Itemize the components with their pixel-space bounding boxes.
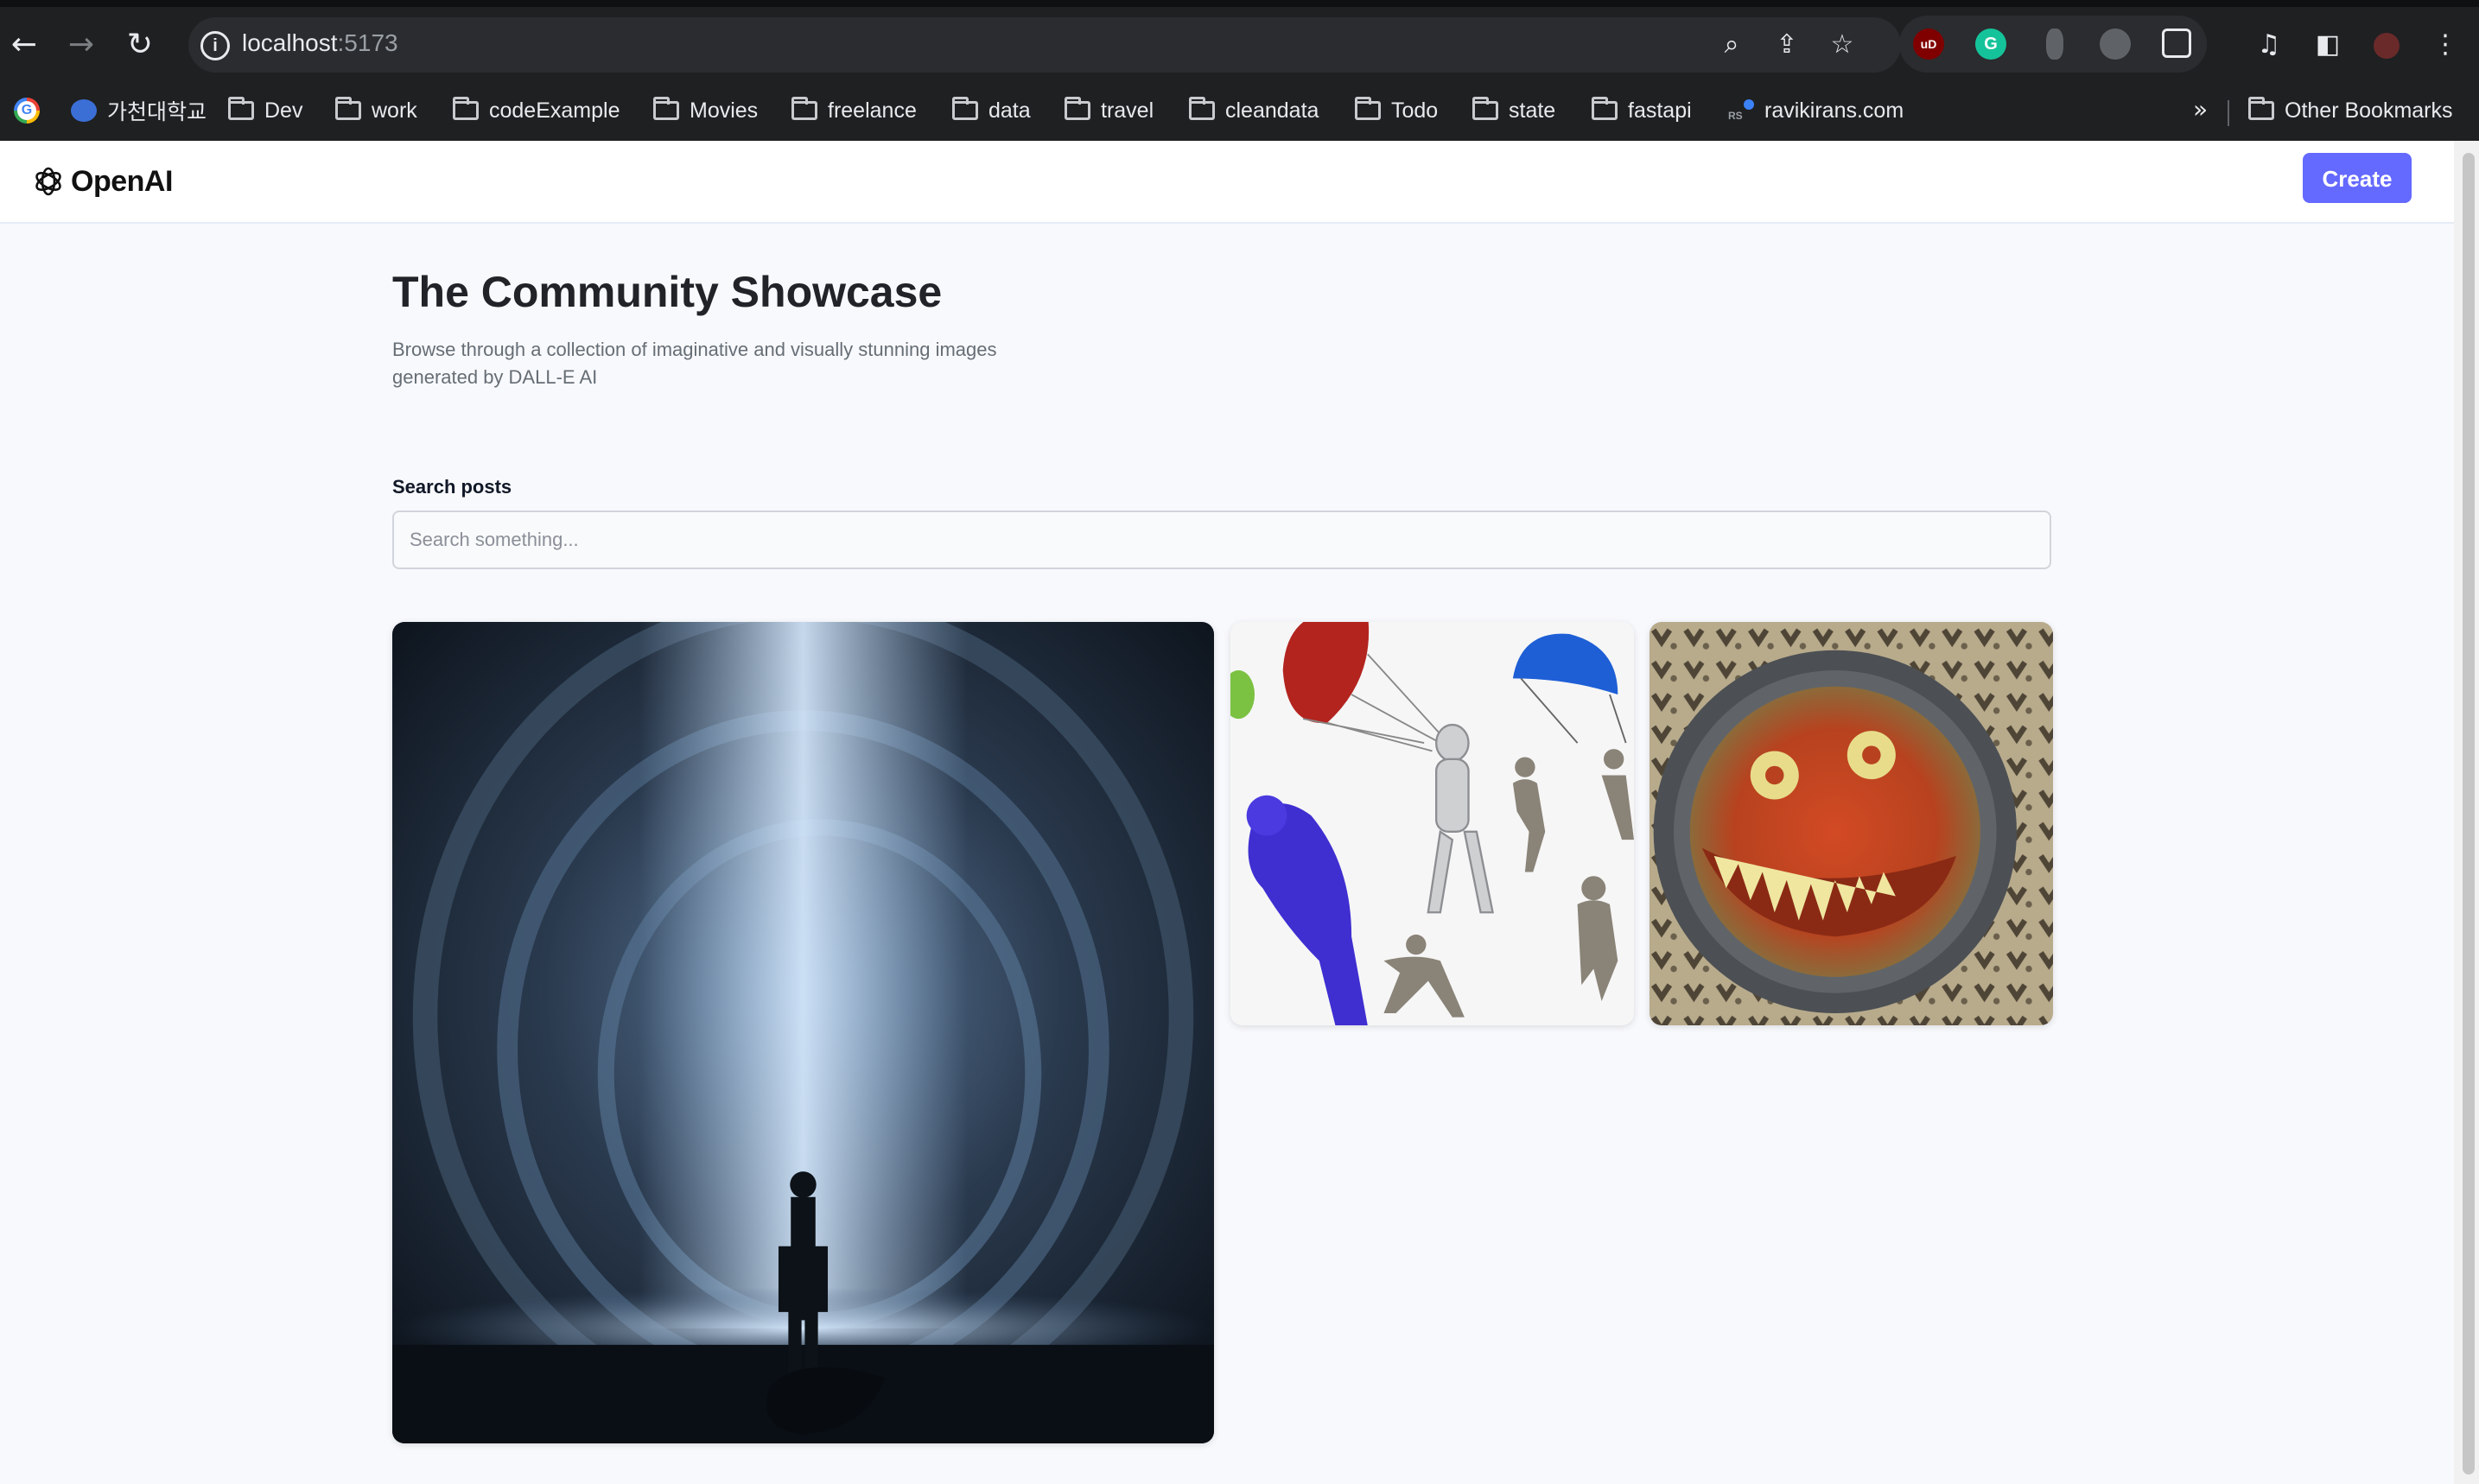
side-panel-icon[interactable]: ◧ bbox=[2311, 28, 2345, 62]
post-image-tunnel-figure bbox=[392, 622, 1214, 1443]
bookmark-folder-codeexample[interactable]: codeExample bbox=[453, 95, 620, 126]
bookmark-label: work bbox=[372, 98, 417, 123]
university-icon bbox=[71, 99, 97, 122]
extensions-puzzle-icon[interactable] bbox=[2162, 29, 2191, 58]
folder-icon bbox=[2248, 97, 2274, 120]
tab-strip bbox=[0, 0, 2479, 7]
folder-icon bbox=[1355, 97, 1381, 120]
create-button[interactable]: Create bbox=[2303, 153, 2412, 203]
folder-icon bbox=[1065, 97, 1090, 120]
bookmark-label: travel bbox=[1101, 98, 1154, 123]
bookmarks-bar: 가천대학교 Dev work codeExample Movies freela… bbox=[0, 86, 2479, 135]
folder-icon bbox=[228, 97, 254, 120]
zoom-icon[interactable]: ⌕ bbox=[1716, 29, 1747, 60]
bookmark-label: data bbox=[988, 98, 1031, 123]
folder-icon bbox=[1189, 97, 1215, 120]
bookmark-star-icon[interactable]: ☆ bbox=[1827, 29, 1858, 60]
post-card[interactable] bbox=[1230, 622, 1634, 1025]
address-bar[interactable]: i localhost:5173 ⌕ ⇪ ☆ bbox=[188, 17, 1901, 73]
bookmark-folder-dev[interactable]: Dev bbox=[228, 95, 302, 126]
openai-logo[interactable]: OpenAI bbox=[31, 156, 173, 206]
openai-logo-icon bbox=[35, 167, 61, 196]
bookmarks-divider bbox=[2228, 100, 2229, 126]
post-image-parachute-figures bbox=[1230, 622, 1634, 1025]
browser-chrome: ← → ↻ i localhost:5173 ⌕ ⇪ ☆ uD G ♫ ◧ ⋮ … bbox=[0, 0, 2479, 141]
media-control-icon[interactable]: ♫ bbox=[2252, 28, 2286, 62]
url-host: localhost bbox=[242, 29, 338, 56]
bookmark-folder-travel[interactable]: travel bbox=[1065, 95, 1154, 126]
bookmark-folder-cleandata[interactable]: cleandata bbox=[1189, 95, 1319, 126]
back-arrow-icon[interactable]: ← bbox=[3, 24, 45, 66]
bookmark-label: codeExample bbox=[489, 98, 620, 123]
extension-mouse-icon[interactable] bbox=[2046, 29, 2063, 60]
post-card[interactable] bbox=[392, 622, 1214, 1443]
bookmark-label: freelance bbox=[828, 98, 917, 123]
bookmark-label: ravikirans.com bbox=[1764, 98, 1904, 123]
ublock-icon[interactable]: uD bbox=[1913, 29, 1944, 60]
bookmark-other-bookmarks[interactable]: Other Bookmarks bbox=[2248, 95, 2453, 126]
page-subtitle: Browse through a collection of imaginati… bbox=[392, 339, 997, 388]
post-card[interactable] bbox=[1649, 622, 2053, 1025]
site-icon-text: RS bbox=[1728, 110, 1743, 122]
bookmark-label: Todo bbox=[1391, 98, 1439, 123]
bookmark-folder-state[interactable]: state bbox=[1472, 95, 1555, 126]
bookmark-google[interactable] bbox=[14, 95, 40, 126]
google-icon bbox=[14, 98, 40, 124]
post-image-smiley-soup bbox=[1649, 622, 2053, 1025]
bookmark-folder-todo[interactable]: Todo bbox=[1355, 95, 1438, 126]
forward-arrow-icon[interactable]: → bbox=[60, 24, 102, 66]
more-bookmarks-icon[interactable]: » bbox=[2193, 95, 2208, 124]
extensions-group: uD G bbox=[1899, 16, 2207, 73]
url-text[interactable]: localhost:5173 bbox=[242, 29, 398, 57]
folder-icon bbox=[1592, 97, 1618, 120]
profile-avatar-icon[interactable] bbox=[2369, 28, 2404, 62]
page-viewport: OpenAI Create The Community Showcase Bro… bbox=[0, 141, 2479, 1484]
bookmark-label: Other Bookmarks bbox=[2285, 98, 2453, 123]
share-icon[interactable]: ⇪ bbox=[1771, 29, 1802, 60]
bookmark-label: fastapi bbox=[1628, 98, 1692, 123]
bookmark-ravikirans[interactable]: RS ravikirans.com bbox=[1728, 95, 1904, 126]
folder-icon bbox=[653, 97, 679, 120]
bookmark-university[interactable]: 가천대학교 bbox=[71, 95, 207, 126]
folder-icon bbox=[1472, 97, 1498, 120]
browser-toolbar: ← → ↻ i localhost:5173 ⌕ ⇪ ☆ uD G ♫ ◧ ⋮ bbox=[0, 7, 2479, 81]
site-info-icon[interactable]: i bbox=[200, 31, 230, 60]
bookmark-folder-movies[interactable]: Movies bbox=[653, 95, 758, 126]
page-scrollbar[interactable] bbox=[2454, 141, 2479, 1484]
folder-icon bbox=[453, 97, 479, 120]
grammarly-icon[interactable]: G bbox=[1975, 29, 2006, 60]
search-label: Search posts bbox=[392, 476, 512, 498]
bookmark-label: Movies bbox=[690, 98, 759, 123]
page-title: The Community Showcase bbox=[392, 268, 943, 316]
bookmark-folder-data[interactable]: data bbox=[952, 95, 1031, 126]
bookmark-label: Dev bbox=[264, 98, 303, 123]
extension-feather-icon[interactable] bbox=[2100, 29, 2131, 60]
scrollbar-thumb[interactable] bbox=[2463, 153, 2475, 1474]
url-port: :5173 bbox=[337, 29, 398, 56]
bookmark-folder-work[interactable]: work bbox=[335, 95, 417, 126]
bookmark-folder-fastapi[interactable]: fastapi bbox=[1592, 95, 1692, 126]
bookmark-label: state bbox=[1509, 98, 1556, 123]
browser-menu-icon[interactable]: ⋮ bbox=[2428, 28, 2463, 62]
logo-text: OpenAI bbox=[71, 164, 173, 198]
search-input[interactable] bbox=[392, 511, 2051, 569]
folder-icon bbox=[791, 97, 817, 120]
bookmark-label: cleandata bbox=[1225, 98, 1319, 123]
site-header: OpenAI Create bbox=[0, 141, 2454, 224]
folder-icon bbox=[952, 97, 978, 120]
bookmark-label: 가천대학교 bbox=[107, 100, 207, 124]
bookmark-folder-freelance[interactable]: freelance bbox=[791, 95, 917, 126]
site-icon: RS bbox=[1728, 99, 1754, 122]
folder-icon bbox=[335, 97, 361, 120]
reload-icon[interactable]: ↻ bbox=[119, 24, 161, 66]
